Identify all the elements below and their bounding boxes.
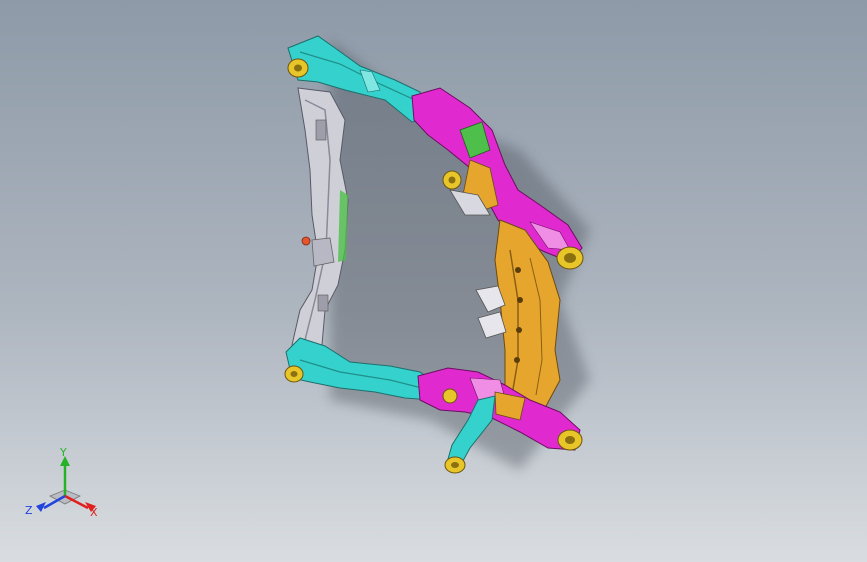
orientation-triad[interactable]: Y X Z [22,446,108,526]
graphics-viewport[interactable]: Y X Z [0,0,867,562]
bushing-lower-inner [442,388,458,404]
triad-x-label: X [90,506,98,519]
subframe-model[interactable] [0,0,867,562]
bolt-marker [301,236,311,246]
triad-y-label: Y [59,446,67,459]
triad-z-label: Z [25,504,33,517]
